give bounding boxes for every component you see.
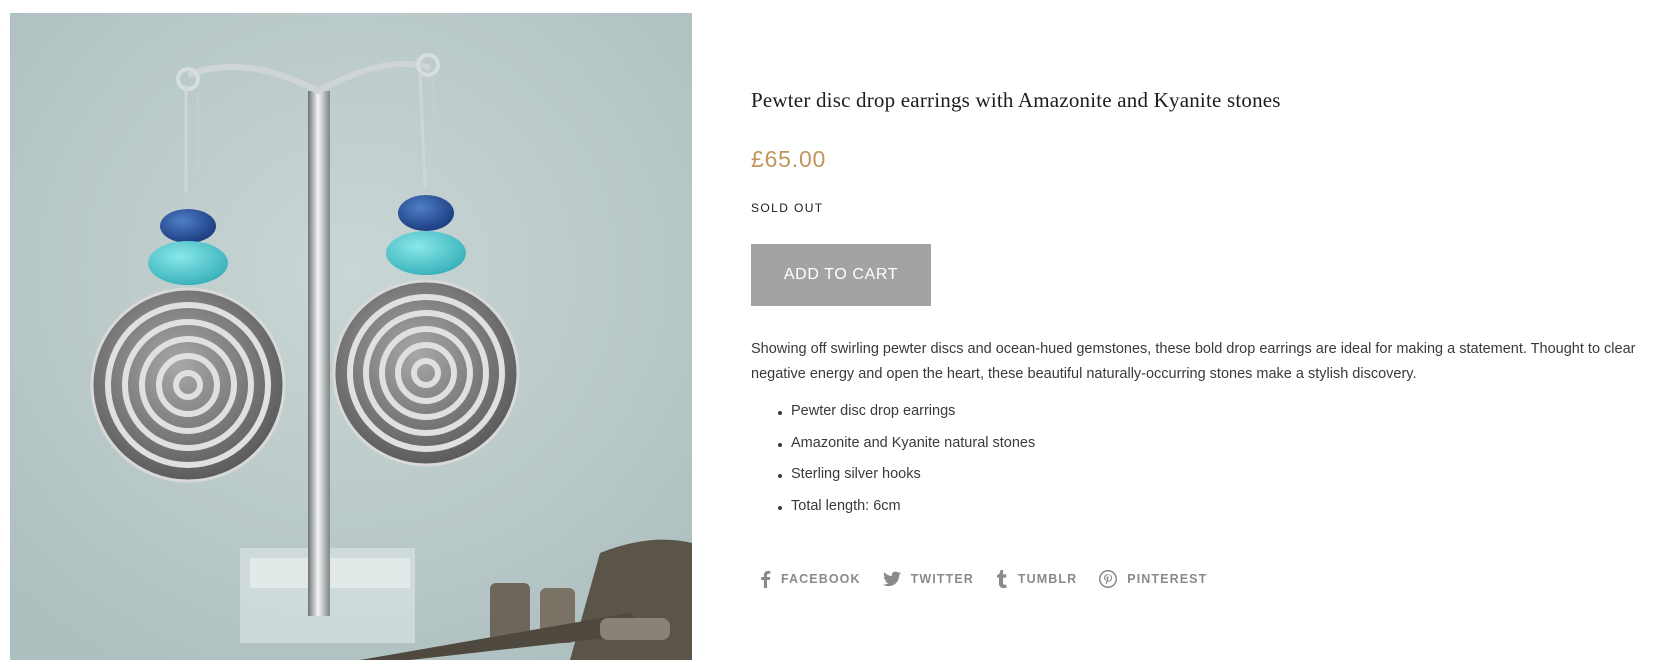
share-pinterest-link[interactable]: PINTEREST bbox=[1099, 570, 1207, 588]
share-bar: FACEBOOK TWITTER TUMBLR PINTEREST bbox=[759, 570, 1229, 588]
list-item: Sterling silver hooks bbox=[777, 462, 1035, 494]
share-tumblr-link[interactable]: TUMBLR bbox=[996, 570, 1077, 588]
list-item: Pewter disc drop earrings bbox=[777, 399, 1035, 431]
share-tumblr-label: TUMBLR bbox=[1017, 572, 1078, 586]
availability-badge: SOLD OUT bbox=[751, 201, 824, 215]
list-item: Total length: 6cm bbox=[777, 494, 1035, 526]
share-facebook-link[interactable]: FACEBOOK bbox=[759, 570, 861, 588]
list-item: Amazonite and Kyanite natural stones bbox=[777, 431, 1035, 463]
share-twitter-label: TWITTER bbox=[910, 572, 974, 586]
product-description: Showing off swirling pewter discs and oc… bbox=[751, 341, 1636, 382]
feature-list: Pewter disc drop earrings Amazonite and … bbox=[751, 399, 1035, 525]
product-price: £65.00 bbox=[751, 146, 827, 172]
pinterest-icon bbox=[1099, 570, 1118, 588]
share-pinterest-label: PINTEREST bbox=[1127, 572, 1208, 586]
facebook-icon bbox=[761, 571, 771, 588]
tumblr-icon bbox=[996, 570, 1007, 588]
product-title: Pewter disc drop earrings with Amazonite… bbox=[751, 88, 1281, 112]
add-to-cart-button[interactable]: ADD TO CART bbox=[751, 244, 931, 306]
product-image[interactable] bbox=[10, 13, 692, 660]
share-twitter-link[interactable]: TWITTER bbox=[882, 571, 974, 587]
twitter-icon bbox=[882, 571, 901, 587]
share-facebook-label: FACEBOOK bbox=[781, 572, 861, 586]
